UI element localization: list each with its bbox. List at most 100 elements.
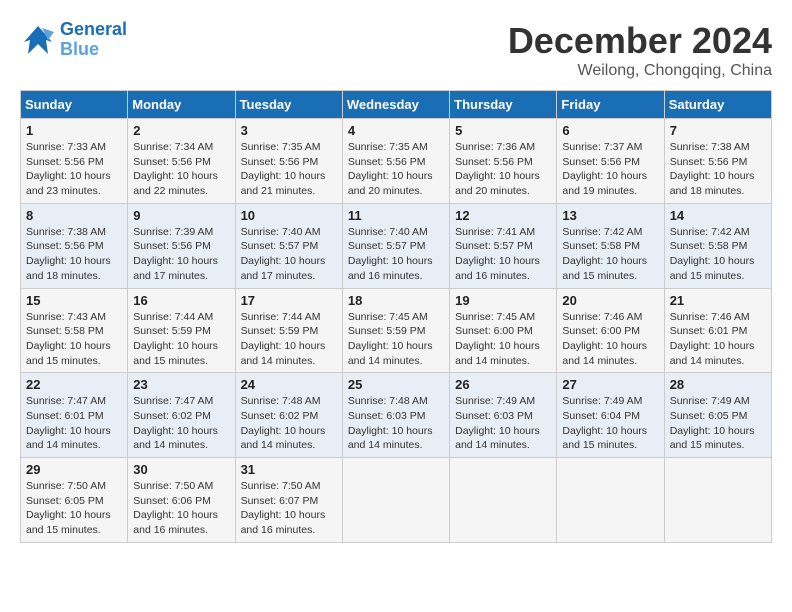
calendar-cell: 24 Sunrise: 7:48 AM Sunset: 6:02 PM Dayli… (235, 373, 342, 458)
calendar-cell (664, 458, 771, 543)
calendar-cell: 19Sunrise: 7:45 AM Sunset: 6:00 PM Dayli… (450, 288, 557, 373)
day-info: Sunrise: 7:45 AM Sunset: 6:00 PM Dayligh… (455, 310, 551, 369)
calendar-cell: 23 Sunrise: 7:47 AM Sunset: 6:02 PM Dayli… (128, 373, 235, 458)
day-number: 24 (241, 377, 337, 392)
column-header-sunday: Sunday (21, 91, 128, 119)
calendar-cell: 7 Sunrise: 7:38 AM Sunset: 5:56 PM Daylig… (664, 119, 771, 204)
calendar-cell: 20Sunrise: 7:46 AM Sunset: 6:00 PM Dayli… (557, 288, 664, 373)
calendar-cell: 30 Sunrise: 7:50 AM Sunset: 6:06 PM Dayli… (128, 458, 235, 543)
day-info: Sunrise: 7:50 AM Sunset: 6:07 PM Dayligh… (241, 479, 337, 538)
day-number: 4 (348, 123, 444, 138)
day-info: Sunrise: 7:48 AM Sunset: 6:02 PM Dayligh… (241, 394, 337, 453)
day-info: Sunrise: 7:35 AM Sunset: 5:56 PM Dayligh… (348, 140, 444, 199)
location-title: Weilong, Chongqing, China (508, 62, 772, 80)
day-info: Sunrise: 7:49 AM Sunset: 6:05 PM Dayligh… (670, 394, 766, 453)
calendar-week-row: 29Sunrise: 7:50 AM Sunset: 6:05 PM Dayli… (21, 458, 772, 543)
day-number: 20 (562, 293, 658, 308)
day-number: 8 (26, 208, 122, 223)
day-info: Sunrise: 7:40 AM Sunset: 5:57 PM Dayligh… (348, 225, 444, 284)
calendar-cell: 14 Sunrise: 7:42 AM Sunset: 5:58 PM Dayli… (664, 203, 771, 288)
column-header-saturday: Saturday (664, 91, 771, 119)
day-number: 16 (133, 293, 229, 308)
day-info: Sunrise: 7:35 AM Sunset: 5:56 PM Dayligh… (241, 140, 337, 199)
day-info: Sunrise: 7:49 AM Sunset: 6:03 PM Dayligh… (455, 394, 551, 453)
page-header: General Blue December 2024 Weilong, Chon… (20, 20, 772, 80)
calendar-cell: 27 Sunrise: 7:49 AM Sunset: 6:04 PM Dayli… (557, 373, 664, 458)
calendar-cell: 21 Sunrise: 7:46 AM Sunset: 6:01 PM Dayli… (664, 288, 771, 373)
day-number: 13 (562, 208, 658, 223)
day-info: Sunrise: 7:50 AM Sunset: 6:06 PM Dayligh… (133, 479, 229, 538)
day-number: 21 (670, 293, 766, 308)
calendar-cell: 18 Sunrise: 7:45 AM Sunset: 5:59 PM Dayli… (342, 288, 449, 373)
logo-text: General Blue (60, 20, 127, 60)
day-info: Sunrise: 7:47 AM Sunset: 6:01 PM Dayligh… (26, 394, 122, 453)
calendar-cell: 13 Sunrise: 7:42 AM Sunset: 5:58 PM Dayli… (557, 203, 664, 288)
day-number: 5 (455, 123, 551, 138)
day-info: Sunrise: 7:45 AM Sunset: 5:59 PM Dayligh… (348, 310, 444, 369)
calendar-cell: 10 Sunrise: 7:40 AM Sunset: 5:57 PM Dayli… (235, 203, 342, 288)
day-info: Sunrise: 7:33 AM Sunset: 5:56 PM Dayligh… (26, 140, 122, 199)
day-number: 9 (133, 208, 229, 223)
calendar-cell: 12 Sunrise: 7:41 AM Sunset: 5:57 PM Dayli… (450, 203, 557, 288)
calendar-week-row: 8 Sunrise: 7:38 AM Sunset: 5:56 PM Daylig… (21, 203, 772, 288)
day-info: Sunrise: 7:49 AM Sunset: 6:04 PM Dayligh… (562, 394, 658, 453)
day-number: 26 (455, 377, 551, 392)
calendar-cell: 6Sunrise: 7:37 AM Sunset: 5:56 PM Daylig… (557, 119, 664, 204)
calendar-cell: 11 Sunrise: 7:40 AM Sunset: 5:57 PM Dayli… (342, 203, 449, 288)
calendar-cell: 3Sunrise: 7:35 AM Sunset: 5:56 PM Daylig… (235, 119, 342, 204)
logo: General Blue (20, 20, 127, 60)
column-header-friday: Friday (557, 91, 664, 119)
day-number: 10 (241, 208, 337, 223)
day-number: 27 (562, 377, 658, 392)
day-number: 11 (348, 208, 444, 223)
day-info: Sunrise: 7:34 AM Sunset: 5:56 PM Dayligh… (133, 140, 229, 199)
calendar-cell: 28Sunrise: 7:49 AM Sunset: 6:05 PM Dayli… (664, 373, 771, 458)
day-number: 31 (241, 462, 337, 477)
logo-icon (20, 22, 56, 58)
day-number: 22 (26, 377, 122, 392)
day-number: 30 (133, 462, 229, 477)
day-number: 1 (26, 123, 122, 138)
calendar-cell (557, 458, 664, 543)
calendar-week-row: 1 Sunrise: 7:33 AM Sunset: 5:56 PM Daylig… (21, 119, 772, 204)
day-info: Sunrise: 7:46 AM Sunset: 6:01 PM Dayligh… (670, 310, 766, 369)
calendar-cell: 9 Sunrise: 7:39 AM Sunset: 5:56 PM Daylig… (128, 203, 235, 288)
title-block: December 2024 Weilong, Chongqing, China (508, 20, 772, 80)
day-number: 18 (348, 293, 444, 308)
month-title: December 2024 (508, 20, 772, 62)
day-number: 25 (348, 377, 444, 392)
day-info: Sunrise: 7:50 AM Sunset: 6:05 PM Dayligh… (26, 479, 122, 538)
calendar-cell: 29Sunrise: 7:50 AM Sunset: 6:05 PM Dayli… (21, 458, 128, 543)
calendar-cell: 31 Sunrise: 7:50 AM Sunset: 6:07 PM Dayli… (235, 458, 342, 543)
day-number: 14 (670, 208, 766, 223)
day-info: Sunrise: 7:38 AM Sunset: 5:56 PM Dayligh… (670, 140, 766, 199)
day-number: 7 (670, 123, 766, 138)
day-number: 6 (562, 123, 658, 138)
calendar-cell: 16Sunrise: 7:44 AM Sunset: 5:59 PM Dayli… (128, 288, 235, 373)
day-info: Sunrise: 7:41 AM Sunset: 5:57 PM Dayligh… (455, 225, 551, 284)
calendar-cell (342, 458, 449, 543)
day-number: 2 (133, 123, 229, 138)
day-number: 17 (241, 293, 337, 308)
day-number: 12 (455, 208, 551, 223)
day-info: Sunrise: 7:48 AM Sunset: 6:03 PM Dayligh… (348, 394, 444, 453)
day-info: Sunrise: 7:42 AM Sunset: 5:58 PM Dayligh… (562, 225, 658, 284)
calendar-cell: 17 Sunrise: 7:44 AM Sunset: 5:59 PM Dayli… (235, 288, 342, 373)
calendar-cell: 25 Sunrise: 7:48 AM Sunset: 6:03 PM Dayli… (342, 373, 449, 458)
calendar-cell: 22 Sunrise: 7:47 AM Sunset: 6:01 PM Dayli… (21, 373, 128, 458)
day-info: Sunrise: 7:42 AM Sunset: 5:58 PM Dayligh… (670, 225, 766, 284)
day-number: 23 (133, 377, 229, 392)
column-header-tuesday: Tuesday (235, 91, 342, 119)
day-info: Sunrise: 7:40 AM Sunset: 5:57 PM Dayligh… (241, 225, 337, 284)
column-header-monday: Monday (128, 91, 235, 119)
day-info: Sunrise: 7:44 AM Sunset: 5:59 PM Dayligh… (241, 310, 337, 369)
day-info: Sunrise: 7:36 AM Sunset: 5:56 PM Dayligh… (455, 140, 551, 199)
calendar-cell: 15Sunrise: 7:43 AM Sunset: 5:58 PM Dayli… (21, 288, 128, 373)
day-number: 15 (26, 293, 122, 308)
calendar-table: SundayMondayTuesdayWednesdayThursdayFrid… (20, 90, 772, 543)
day-info: Sunrise: 7:39 AM Sunset: 5:56 PM Dayligh… (133, 225, 229, 284)
calendar-cell: 1 Sunrise: 7:33 AM Sunset: 5:56 PM Daylig… (21, 119, 128, 204)
day-info: Sunrise: 7:47 AM Sunset: 6:02 PM Dayligh… (133, 394, 229, 453)
calendar-week-row: 15Sunrise: 7:43 AM Sunset: 5:58 PM Dayli… (21, 288, 772, 373)
day-info: Sunrise: 7:38 AM Sunset: 5:56 PM Dayligh… (26, 225, 122, 284)
